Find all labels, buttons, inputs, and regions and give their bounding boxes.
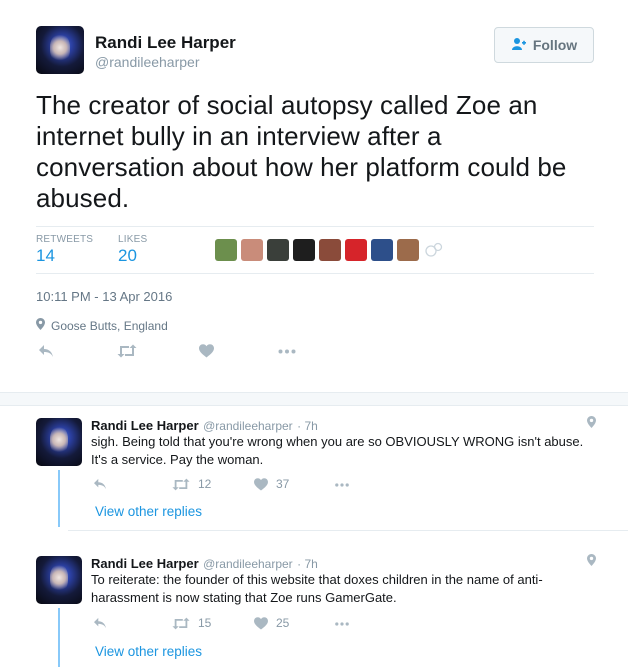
- liker-avatars: [215, 239, 445, 263]
- follow-button[interactable]: Follow: [494, 27, 594, 63]
- reply-button[interactable]: [38, 344, 54, 358]
- reply-retweet-button[interactable]: 12: [172, 477, 211, 491]
- reply-icon: [94, 617, 106, 629]
- pin-icon: [36, 318, 45, 333]
- retweet-icon: [172, 617, 190, 629]
- heart-icon: [199, 344, 214, 358]
- reply-icon: [94, 478, 106, 490]
- liker-avatar[interactable]: [397, 239, 419, 261]
- stats-divider-top: [36, 226, 594, 227]
- more-icon: [335, 622, 349, 626]
- tweet-location[interactable]: Goose Butts, England: [36, 318, 168, 333]
- more-button[interactable]: [278, 349, 296, 354]
- reply-reply-button[interactable]: [93, 617, 107, 629]
- author-avatar[interactable]: [36, 26, 84, 74]
- reply-author-handle[interactable]: @randileeharper: [203, 557, 293, 571]
- retweets-count[interactable]: 14: [36, 246, 55, 266]
- view-other-replies-link[interactable]: View other replies: [95, 504, 202, 519]
- reply-icon: [39, 345, 53, 357]
- liker-avatar[interactable]: [293, 239, 315, 261]
- more-icon: [335, 483, 349, 487]
- reply-like-count: 25: [276, 616, 290, 630]
- liker-avatar[interactable]: [371, 239, 393, 261]
- likes-count[interactable]: 20: [118, 246, 137, 266]
- liker-avatar[interactable]: [241, 239, 263, 261]
- liker-avatar[interactable]: [267, 239, 289, 261]
- follow-label: Follow: [532, 37, 578, 53]
- tweet-text: The creator of social autopsy called Zoe…: [36, 90, 567, 213]
- view-other-replies-link[interactable]: View other replies: [95, 644, 202, 659]
- likers-more-icon[interactable]: [423, 239, 445, 261]
- reply-retweet-count: 15: [198, 616, 212, 630]
- liker-avatar[interactable]: [215, 239, 237, 261]
- reply-time[interactable]: · 7h: [297, 557, 318, 571]
- reply-retweet-button[interactable]: 15: [172, 616, 211, 630]
- reply-reply-button[interactable]: [93, 478, 107, 490]
- reply-time[interactable]: · 7h: [297, 419, 318, 433]
- retweet-icon: [172, 478, 190, 490]
- heart-icon: [254, 477, 268, 491]
- reply-retweet-count: 12: [198, 477, 212, 491]
- reply-more-button[interactable]: [334, 483, 350, 487]
- reply-author-name[interactable]: Randi Lee Harper: [91, 556, 199, 571]
- retweet-icon: [117, 344, 137, 358]
- reply-like-button[interactable]: 37: [254, 477, 289, 491]
- replies-separator: [0, 392, 628, 406]
- reply-avatar[interactable]: [36, 556, 82, 604]
- reply-like-count: 37: [276, 477, 290, 491]
- likes-label[interactable]: LIKES: [118, 234, 147, 245]
- reply-text: To reiterate: the founder of this websit…: [91, 572, 543, 605]
- reply-divider: [68, 530, 628, 531]
- more-icon: [278, 349, 296, 354]
- reply-like-button[interactable]: 25: [254, 616, 289, 630]
- retweet-button[interactable]: [117, 344, 137, 358]
- author-handle[interactable]: @randileeharper: [95, 54, 200, 70]
- liker-avatar[interactable]: [319, 239, 341, 261]
- heart-icon: [254, 616, 268, 630]
- location-label: Goose Butts, England: [51, 318, 168, 333]
- like-button[interactable]: [199, 344, 214, 358]
- reply-avatar[interactable]: [36, 418, 82, 466]
- tweet-timestamp[interactable]: 10:11 PM - 13 Apr 2016: [36, 289, 172, 304]
- retweets-label[interactable]: RETWEETS: [36, 234, 93, 245]
- thread-line: [58, 608, 60, 667]
- reply-text: sigh. Being told that you're wrong when …: [91, 434, 584, 467]
- follow-user-icon: [511, 37, 527, 54]
- liker-avatar[interactable]: [345, 239, 367, 261]
- thread-line: [58, 470, 60, 527]
- author-name[interactable]: Randi Lee Harper: [95, 33, 236, 53]
- reply-location-icon[interactable]: [587, 415, 596, 433]
- stats-divider-bottom: [36, 273, 594, 274]
- reply-location-icon[interactable]: [587, 553, 596, 571]
- reply-author-name[interactable]: Randi Lee Harper: [91, 418, 199, 433]
- reply-more-button[interactable]: [334, 622, 350, 626]
- reply-author-handle[interactable]: @randileeharper: [203, 419, 293, 433]
